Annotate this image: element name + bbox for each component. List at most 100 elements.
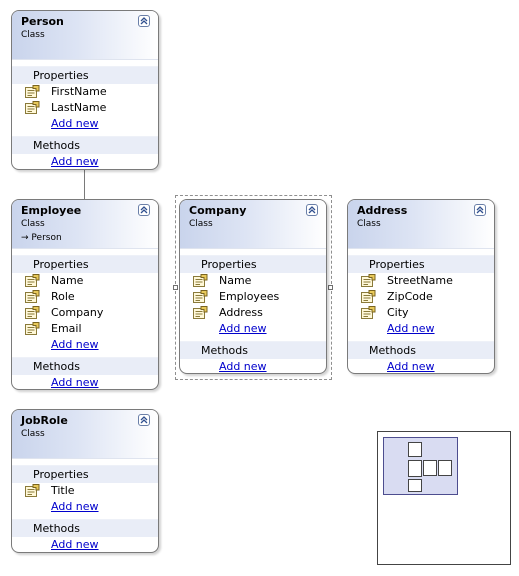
- property-row[interactable]: FirstName: [12, 84, 158, 100]
- class-header: Employee Class → Person: [12, 200, 158, 249]
- methods-section-header[interactable]: Methods: [348, 341, 494, 359]
- property-icon: [361, 306, 376, 320]
- property-icon: [25, 274, 40, 288]
- class-header: Address Class: [348, 200, 494, 249]
- property-name: Address: [219, 306, 263, 319]
- property-icon: [193, 306, 208, 320]
- add-new-method-row: Add new: [12, 537, 158, 552]
- property-name: FirstName: [51, 85, 107, 98]
- class-name: JobRole: [21, 414, 68, 427]
- property-icon: [193, 274, 208, 288]
- add-new-property-row: Add new: [12, 116, 158, 132]
- property-icon: [25, 322, 40, 336]
- property-name: Company: [51, 306, 104, 319]
- resize-handle-right[interactable]: [328, 285, 333, 290]
- property-row[interactable]: StreetName: [348, 273, 494, 289]
- property-row[interactable]: City: [348, 305, 494, 321]
- collapse-chevrons-icon[interactable]: [138, 204, 150, 216]
- property-icon: [193, 290, 208, 304]
- add-new-method-row: Add new: [180, 359, 326, 373]
- property-name: City: [387, 306, 409, 319]
- add-new-method-link[interactable]: Add new: [51, 538, 99, 551]
- collapse-chevrons-icon[interactable]: [138, 15, 150, 27]
- add-new-property-link[interactable]: Add new: [51, 117, 99, 130]
- properties-section-header[interactable]: Properties: [12, 66, 158, 84]
- property-row[interactable]: Address: [180, 305, 326, 321]
- properties-section-header[interactable]: Properties: [12, 465, 158, 483]
- class-kind: Class: [21, 219, 45, 229]
- add-new-property-row: Add new: [12, 499, 158, 515]
- property-row[interactable]: LastName: [12, 100, 158, 116]
- property-name: Title: [51, 484, 75, 497]
- property-row[interactable]: Email: [12, 321, 158, 337]
- add-new-method-link[interactable]: Add new: [387, 360, 435, 373]
- inheritance-connector[interactable]: [84, 169, 85, 201]
- property-icon: [25, 101, 40, 115]
- property-row[interactable]: Name: [180, 273, 326, 289]
- class-kind: Class: [21, 30, 45, 40]
- property-name: Name: [219, 274, 252, 287]
- class-kind: Class: [21, 429, 45, 439]
- property-row[interactable]: Name: [12, 273, 158, 289]
- class-name: Person: [21, 15, 64, 28]
- add-new-property-row: Add new: [180, 321, 326, 337]
- overview-shape-jobrole: [408, 479, 422, 492]
- class-shape-jobrole[interactable]: JobRole Class Properties Title Add new M…: [11, 409, 159, 553]
- collapse-chevrons-icon[interactable]: [306, 204, 318, 216]
- property-icon: [25, 290, 40, 304]
- property-icon: [25, 306, 40, 320]
- add-new-property-link[interactable]: Add new: [51, 338, 99, 351]
- collapse-chevrons-icon[interactable]: [138, 414, 150, 426]
- property-row[interactable]: Employees: [180, 289, 326, 305]
- property-name: Employees: [219, 290, 280, 303]
- add-new-method-link[interactable]: Add new: [219, 360, 267, 373]
- class-header: Person Class: [12, 11, 158, 60]
- add-new-property-row: Add new: [12, 337, 158, 353]
- property-icon: [25, 85, 40, 99]
- property-row[interactable]: ZipCode: [348, 289, 494, 305]
- class-name: Company: [189, 204, 247, 217]
- class-shape-address[interactable]: Address Class Properties StreetName ZipC…: [347, 199, 495, 374]
- property-icon: [25, 484, 40, 498]
- property-name: ZipCode: [387, 290, 433, 303]
- class-header: Company Class: [180, 200, 326, 249]
- property-name: Role: [51, 290, 75, 303]
- class-shape-person[interactable]: Person Class Properties FirstName LastNa…: [11, 10, 159, 170]
- methods-section-header[interactable]: Methods: [12, 357, 158, 375]
- class-name: Employee: [21, 204, 82, 217]
- diagram-overview-panel[interactable]: [377, 431, 511, 565]
- class-kind: Class: [189, 219, 213, 229]
- add-new-method-link[interactable]: Add new: [51, 376, 99, 389]
- overview-shape-company: [423, 460, 437, 476]
- methods-section-header[interactable]: Methods: [180, 341, 326, 359]
- property-row[interactable]: Role: [12, 289, 158, 305]
- property-row[interactable]: Company: [12, 305, 158, 321]
- base-class-label: → Person: [21, 233, 62, 243]
- properties-section-header[interactable]: Properties: [12, 255, 158, 273]
- property-name: Name: [51, 274, 84, 287]
- resize-handle-left[interactable]: [173, 285, 178, 290]
- inherits-arrow-icon: →: [21, 233, 29, 243]
- class-shape-company[interactable]: Company Class Properties Name Employees …: [179, 199, 327, 374]
- overview-shape-person: [408, 442, 422, 457]
- add-new-method-row: Add new: [12, 375, 158, 389]
- property-name: StreetName: [387, 274, 453, 287]
- collapse-chevrons-icon[interactable]: [474, 204, 486, 216]
- methods-section-header[interactable]: Methods: [12, 136, 158, 154]
- add-new-method-link[interactable]: Add new: [51, 155, 99, 168]
- add-new-property-link[interactable]: Add new: [51, 500, 99, 513]
- overview-shape-employee: [408, 460, 422, 477]
- add-new-method-row: Add new: [12, 154, 158, 169]
- add-new-property-link[interactable]: Add new: [219, 322, 267, 335]
- add-new-method-row: Add new: [348, 359, 494, 373]
- property-name: LastName: [51, 101, 107, 114]
- base-class-name: Person: [31, 233, 62, 243]
- class-kind: Class: [357, 219, 381, 229]
- property-icon: [361, 274, 376, 288]
- class-shape-employee[interactable]: Employee Class → Person Properties Name …: [11, 199, 159, 390]
- property-row[interactable]: Title: [12, 483, 158, 499]
- methods-section-header[interactable]: Methods: [12, 519, 158, 537]
- properties-section-header[interactable]: Properties: [348, 255, 494, 273]
- add-new-property-link[interactable]: Add new: [387, 322, 435, 335]
- properties-section-header[interactable]: Properties: [180, 255, 326, 273]
